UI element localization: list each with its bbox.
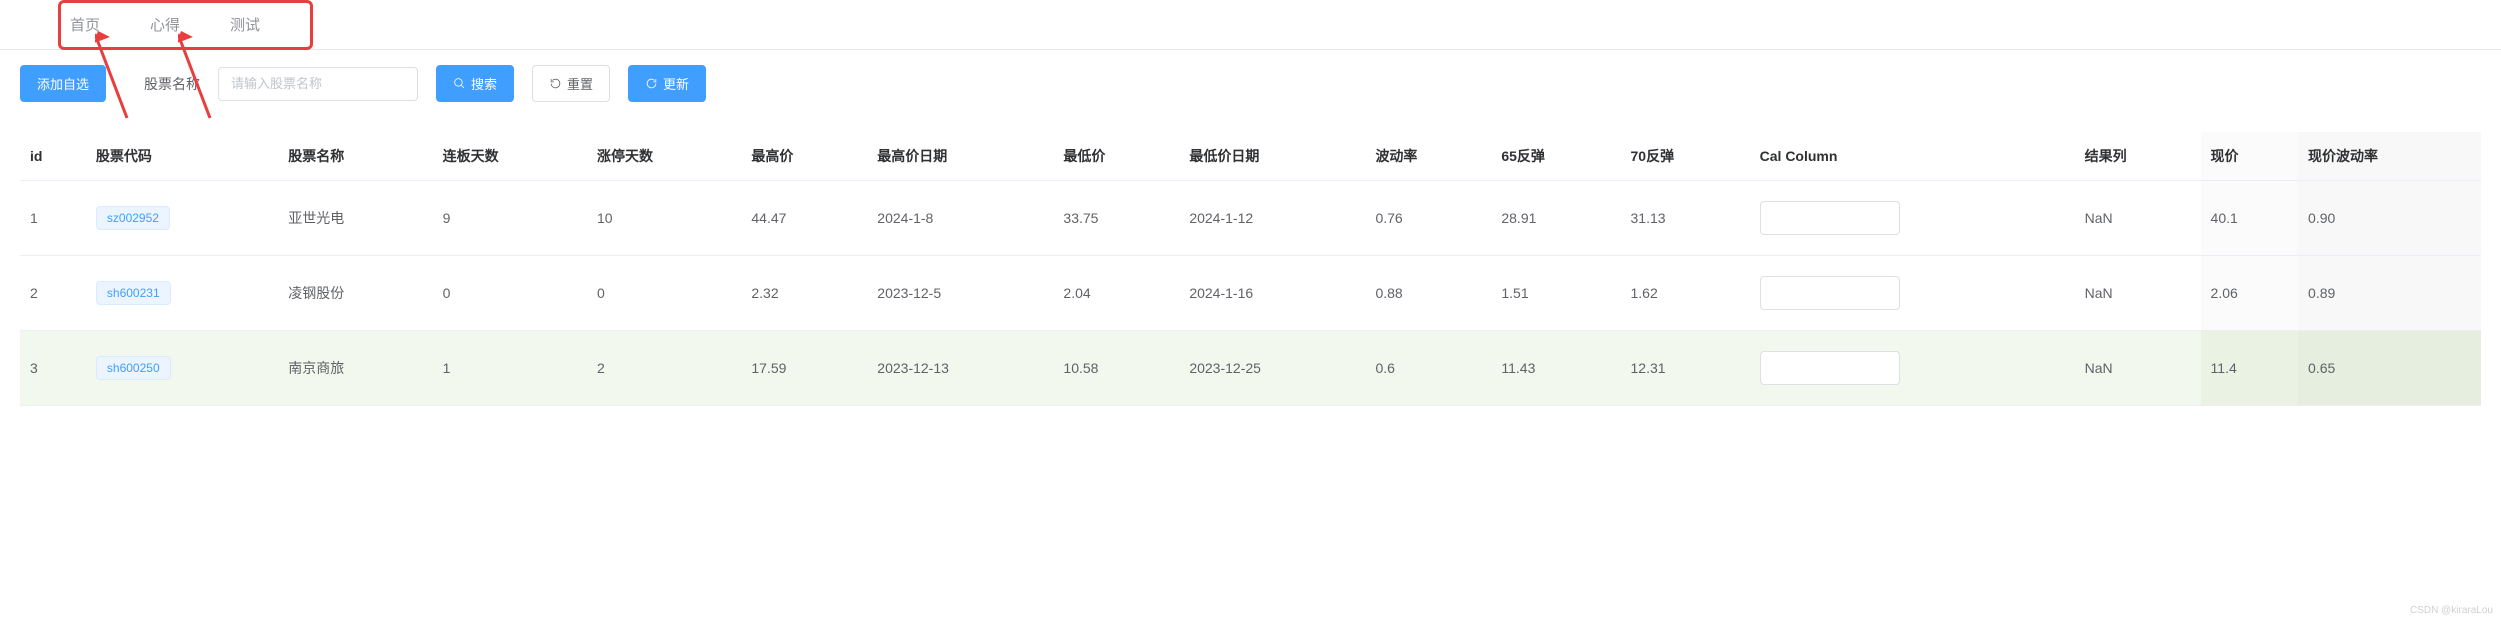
add-favorite-button[interactable]: 添加自选 (20, 65, 106, 102)
cell-maxd: 2023-12-5 (867, 256, 1053, 331)
col-res: 结果列 (2075, 132, 2201, 181)
cell-nowvol: 0.90 (2298, 181, 2481, 256)
cell-nowvol: 0.89 (2298, 256, 2481, 331)
stock-name-input[interactable] (218, 67, 418, 101)
cal-column-input[interactable] (1760, 201, 1900, 235)
cell-maxd: 2023-12-13 (867, 331, 1053, 406)
col-minp: 最低价 (1053, 132, 1179, 181)
cell-name: 亚世光电 (278, 181, 432, 256)
cell-r65: 11.43 (1491, 331, 1620, 406)
col-maxd: 最高价日期 (867, 132, 1053, 181)
cell-maxd: 2024-1-8 (867, 181, 1053, 256)
cell-r70: 1.62 (1621, 256, 1750, 331)
cell-res: NaN (2075, 331, 2201, 406)
stock-code-tag[interactable]: sz002952 (96, 206, 170, 230)
cell-name: 南京商旅 (278, 331, 432, 406)
col-lianban: 连板天数 (433, 132, 587, 181)
reset-icon (549, 77, 562, 90)
cell-cal (1750, 256, 2075, 331)
cell-zhangting: 0 (587, 256, 741, 331)
col-name: 股票名称 (278, 132, 432, 181)
reset-button-label: 重置 (567, 74, 593, 93)
refresh-icon (645, 77, 658, 90)
col-r65: 65反弹 (1491, 132, 1620, 181)
cell-name: 凌钢股份 (278, 256, 432, 331)
refresh-button-label: 更新 (663, 74, 689, 93)
cell-lianban: 1 (433, 331, 587, 406)
col-vol: 波动率 (1365, 132, 1491, 181)
cell-maxp: 44.47 (741, 181, 867, 256)
cell-r70: 31.13 (1621, 181, 1750, 256)
cell-mind: 2024-1-12 (1179, 181, 1365, 256)
cell-r65: 28.91 (1491, 181, 1620, 256)
table-header-row: id 股票代码 股票名称 连板天数 涨停天数 最高价 最高价日期 最低价 最低价… (20, 132, 2481, 181)
cal-column-input[interactable] (1760, 276, 1900, 310)
cell-nowvol: 0.65 (2298, 331, 2481, 406)
cell-now: 2.06 (2201, 256, 2298, 331)
cell-r65: 1.51 (1491, 256, 1620, 331)
cell-minp: 2.04 (1053, 256, 1179, 331)
nav-item-test[interactable]: 测试 (220, 14, 270, 35)
cell-lianban: 0 (433, 256, 587, 331)
nav-item-home[interactable]: 首页 (60, 14, 110, 35)
cell-now: 40.1 (2201, 181, 2298, 256)
cell-minp: 10.58 (1053, 331, 1179, 406)
cell-lianban: 9 (433, 181, 587, 256)
col-code: 股票代码 (86, 132, 278, 181)
cell-maxp: 2.32 (741, 256, 867, 331)
watermark: CSDN @kiraraLou (2410, 605, 2493, 616)
stock-code-tag[interactable]: sh600231 (96, 281, 171, 305)
cell-vol: 0.6 (1365, 331, 1491, 406)
stock-name-label: 股票名称 (144, 74, 200, 94)
search-icon (453, 77, 466, 90)
nav-item-notes[interactable]: 心得 (140, 14, 190, 35)
cell-vol: 0.88 (1365, 256, 1491, 331)
col-nowvol: 现价波动率 (2298, 132, 2481, 181)
cell-minp: 33.75 (1053, 181, 1179, 256)
cell-mind: 2024-1-16 (1179, 256, 1365, 331)
cell-id: 1 (20, 181, 86, 256)
cell-cal (1750, 181, 2075, 256)
cell-res: NaN (2075, 181, 2201, 256)
cell-mind: 2023-12-25 (1179, 331, 1365, 406)
cell-now: 11.4 (2201, 331, 2298, 406)
nav-bar: 首页 心得 测试 (0, 0, 2501, 50)
col-cal: Cal Column (1750, 132, 2075, 181)
search-button-label: 搜索 (471, 74, 497, 93)
table-row[interactable]: 3 sh600250 南京商旅1217.592023-12-1310.582023-… (20, 331, 2481, 406)
cell-zhangting: 2 (587, 331, 741, 406)
cell-cal (1750, 331, 2075, 406)
cell-id: 2 (20, 256, 86, 331)
toolbar: 添加自选 股票名称 搜索 重置 更新 (0, 50, 2501, 117)
cell-r70: 12.31 (1621, 331, 1750, 406)
cell-res: NaN (2075, 256, 2201, 331)
stock-code-tag[interactable]: sh600250 (96, 356, 171, 380)
cell-zhangting: 10 (587, 181, 741, 256)
refresh-button[interactable]: 更新 (628, 65, 706, 102)
cell-vol: 0.76 (1365, 181, 1491, 256)
data-table: id 股票代码 股票名称 连板天数 涨停天数 最高价 最高价日期 最低价 最低价… (20, 132, 2481, 406)
search-button[interactable]: 搜索 (436, 65, 514, 102)
cal-column-input[interactable] (1760, 351, 1900, 385)
col-zhangting: 涨停天数 (587, 132, 741, 181)
data-table-wrap: id 股票代码 股票名称 连板天数 涨停天数 最高价 最高价日期 最低价 最低价… (0, 132, 2501, 406)
table-row[interactable]: 1 sz002952 亚世光电91044.472024-1-833.752024-1… (20, 181, 2481, 256)
col-maxp: 最高价 (741, 132, 867, 181)
table-row[interactable]: 2sh600231凌钢股份002.322023-12-52.042024-1-1… (20, 256, 2481, 331)
col-now: 现价 (2201, 132, 2298, 181)
cell-id: 3 (20, 331, 86, 406)
reset-button[interactable]: 重置 (532, 65, 610, 102)
cell-maxp: 17.59 (741, 331, 867, 406)
col-mind: 最低价日期 (1179, 132, 1365, 181)
col-id: id (20, 132, 86, 181)
col-r70: 70反弹 (1621, 132, 1750, 181)
